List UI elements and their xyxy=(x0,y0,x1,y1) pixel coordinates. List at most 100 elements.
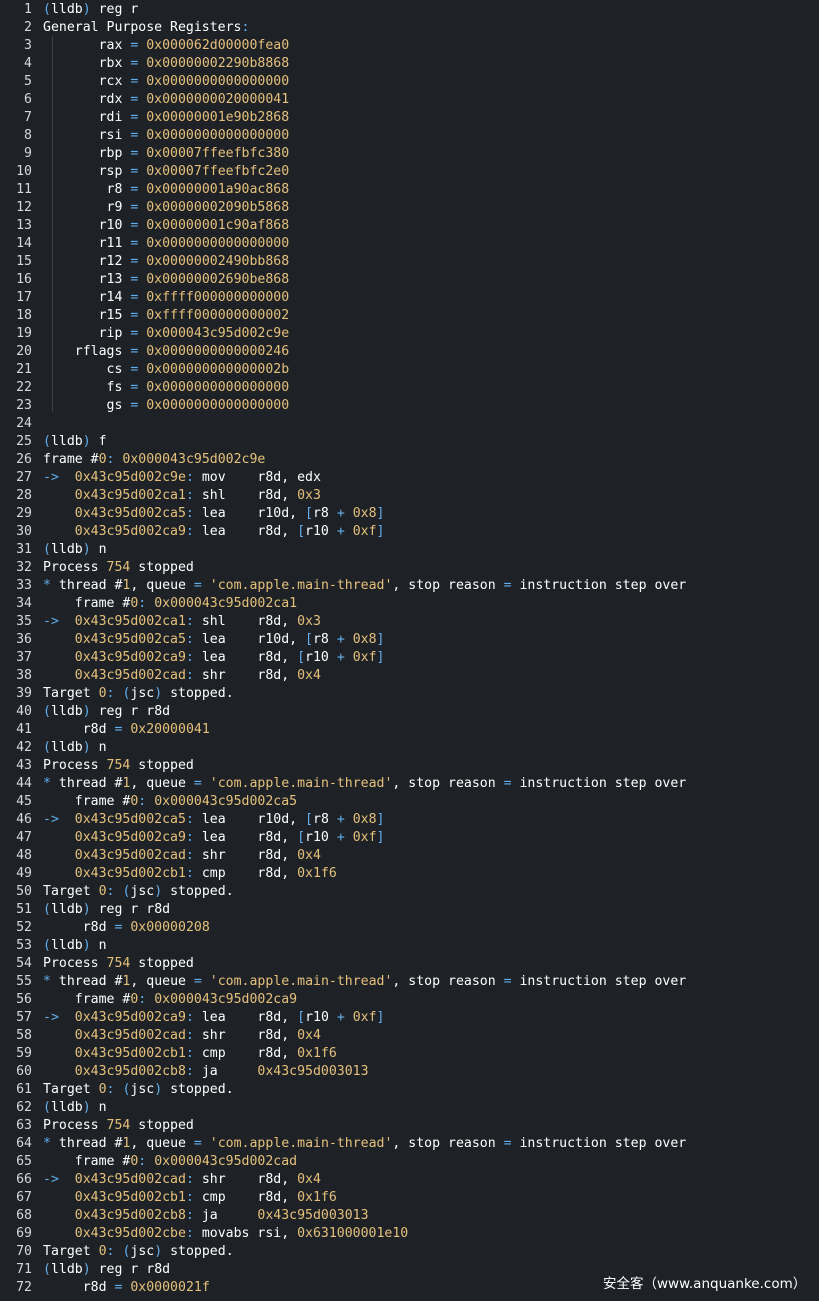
line-code: frame #0: 0x000043c95d002ca1 xyxy=(43,596,297,611)
code-token: = xyxy=(503,1136,512,1151)
code-line: 13 r10 = 0x00000001c90af868 xyxy=(0,217,289,235)
code-token: shr r8d, xyxy=(193,1028,298,1043)
code-token: 0x00000001e90b2868 xyxy=(138,110,290,125)
code-line: 66 -> 0x43c95d002cad: shr r8d, 0x4 xyxy=(0,1171,321,1189)
code-token: 0x00007ffeefbfc2e0 xyxy=(138,164,290,179)
code-line: 46 -> 0x43c95d002ca5: lea r10d, [r8 + 0x8… xyxy=(0,811,385,829)
line-number: 48 xyxy=(16,848,32,863)
code-token: r8d xyxy=(43,920,115,935)
line-code: 0x43c95d002ca9: lea r8d, [r10 + 0xf] xyxy=(43,830,385,845)
code-line: 28 0x43c95d002ca1: shl r8d, 0x3 xyxy=(0,487,321,505)
code-token: : xyxy=(185,488,194,503)
line-number: 56 xyxy=(16,992,32,1007)
code-token: 'com.apple.main-thread' xyxy=(201,974,393,989)
code-token: 0x43c95d002ca9 xyxy=(43,524,186,539)
code-token: fs xyxy=(43,380,131,395)
code-token: 0xf xyxy=(344,650,377,665)
code-line: 26 frame #0: 0x000043c95d002c9e xyxy=(0,451,265,469)
line-code: 0x43c95d002cb1: cmp r8d, 0x1f6 xyxy=(43,1046,337,1061)
code-token: : xyxy=(185,614,194,629)
code-token: 0x43c95d002c9e xyxy=(58,470,186,485)
code-token: 0x8 xyxy=(344,812,377,827)
code-token: ( xyxy=(43,434,51,449)
line-code: 0x43c95d002ca5: lea r10d, [r8 + 0x8] xyxy=(43,506,385,521)
code-token: 0x000043c95d002c9e xyxy=(138,326,290,341)
code-token: instruction step over xyxy=(511,1136,687,1151)
line-number: 47 xyxy=(16,830,32,845)
code-token: r12 xyxy=(43,254,131,269)
code-token: 0x43c95d002cbe xyxy=(43,1226,186,1241)
code-token: ) xyxy=(82,2,91,17)
code-token: : xyxy=(185,848,194,863)
code-token: 0x00000001c90af868 xyxy=(138,218,290,233)
code-token: 0x43c95d002cb8 xyxy=(43,1064,186,1079)
code-token: 0x0000000020000041 xyxy=(138,92,290,107)
code-token: : xyxy=(185,866,194,881)
code-token: * xyxy=(43,578,51,593)
code-line: 47 0x43c95d002ca9: lea r8d, [r10 + 0xf] xyxy=(0,829,384,847)
code-line: 58 0x43c95d002cad: shr r8d, 0x4 xyxy=(0,1027,321,1045)
code-token: 0x43c95d002ca1 xyxy=(43,488,186,503)
code-token: Target xyxy=(43,884,99,899)
line-code: Target 0: (jsc) stopped. xyxy=(43,1082,234,1097)
code-token: 0x43c95d002ca9 xyxy=(43,650,186,665)
code-line: 63 Process 754 stopped xyxy=(0,1117,194,1135)
code-token: ( xyxy=(43,938,51,953)
code-token: 0x3 xyxy=(297,614,321,629)
code-token: : xyxy=(185,650,194,665)
code-token: ) xyxy=(82,740,91,755)
line-code: rsp = 0x00007ffeefbfc2e0 xyxy=(43,164,290,179)
code-token: [ xyxy=(297,524,306,539)
code-token: 0x000043c95d002cad xyxy=(146,1154,298,1169)
code-token: lea r8d, xyxy=(193,650,298,665)
line-code: (lldb) f xyxy=(43,434,107,449)
line-number: 22 xyxy=(16,380,32,395)
line-code: r8d = 0x00000208 xyxy=(43,920,210,935)
code-token: rip xyxy=(43,326,131,341)
line-code: (lldb) n xyxy=(43,938,107,953)
line-number: 39 xyxy=(16,686,32,701)
line-code: Process 754 stopped xyxy=(43,758,194,773)
code-token: 0x000000000000002b xyxy=(138,362,290,377)
code-token: [ xyxy=(297,1010,306,1025)
code-token: 0x43c95d002cb1 xyxy=(43,866,186,881)
line-number: 19 xyxy=(16,326,32,341)
code-token: jsc xyxy=(130,1082,155,1097)
line-number: 53 xyxy=(16,938,32,953)
code-token: mov r8d, edx xyxy=(193,470,321,485)
code-line: 48 0x43c95d002cad: shr r8d, 0x4 xyxy=(0,847,321,865)
code-token: , queue xyxy=(130,776,194,791)
line-number: 25 xyxy=(16,434,32,449)
code-token: 0x000043c95d002ca9 xyxy=(146,992,298,1007)
code-token: = xyxy=(193,578,202,593)
code-token: 0x3 xyxy=(297,488,321,503)
code-token: ) xyxy=(82,1262,91,1277)
code-token: r10 xyxy=(305,650,337,665)
code-token: : xyxy=(185,668,194,683)
code-token: ) xyxy=(154,884,163,899)
code-token: lldb xyxy=(50,740,83,755)
line-code: 0x43c95d002cb8: ja 0x43c95d003013 xyxy=(43,1208,369,1223)
code-token: lea r8d, xyxy=(193,524,298,539)
line-number: 13 xyxy=(16,218,32,233)
line-number: 59 xyxy=(16,1046,32,1061)
code-line: 42 (lldb) n xyxy=(0,739,106,757)
line-code: r13 = 0x00000002690be868 xyxy=(43,272,290,287)
code-token: + xyxy=(336,830,345,845)
line-number: 52 xyxy=(16,920,32,935)
code-token: lea r10d, xyxy=(193,632,306,647)
line-code: 0x43c95d002ca9: lea r8d, [r10 + 0xf] xyxy=(43,524,385,539)
code-token: rbx xyxy=(43,56,131,71)
code-token: ) xyxy=(154,1082,163,1097)
code-token: ] xyxy=(376,830,385,845)
code-token: 754 xyxy=(106,1118,131,1133)
code-token: ja xyxy=(193,1064,258,1079)
line-number: 37 xyxy=(16,650,32,665)
line-number: 2 xyxy=(24,20,32,35)
code-line: 35 -> 0x43c95d002ca1: shl r8d, 0x3 xyxy=(0,613,321,631)
code-token: 0x43c95d002ca1 xyxy=(58,614,186,629)
line-code: -> 0x43c95d002ca5: lea r10d, [r8 + 0x8] xyxy=(43,812,385,827)
code-token: Target xyxy=(43,686,99,701)
code-token: lldb xyxy=(50,938,83,953)
line-code: 0x43c95d002cb8: ja 0x43c95d003013 xyxy=(43,1064,369,1079)
